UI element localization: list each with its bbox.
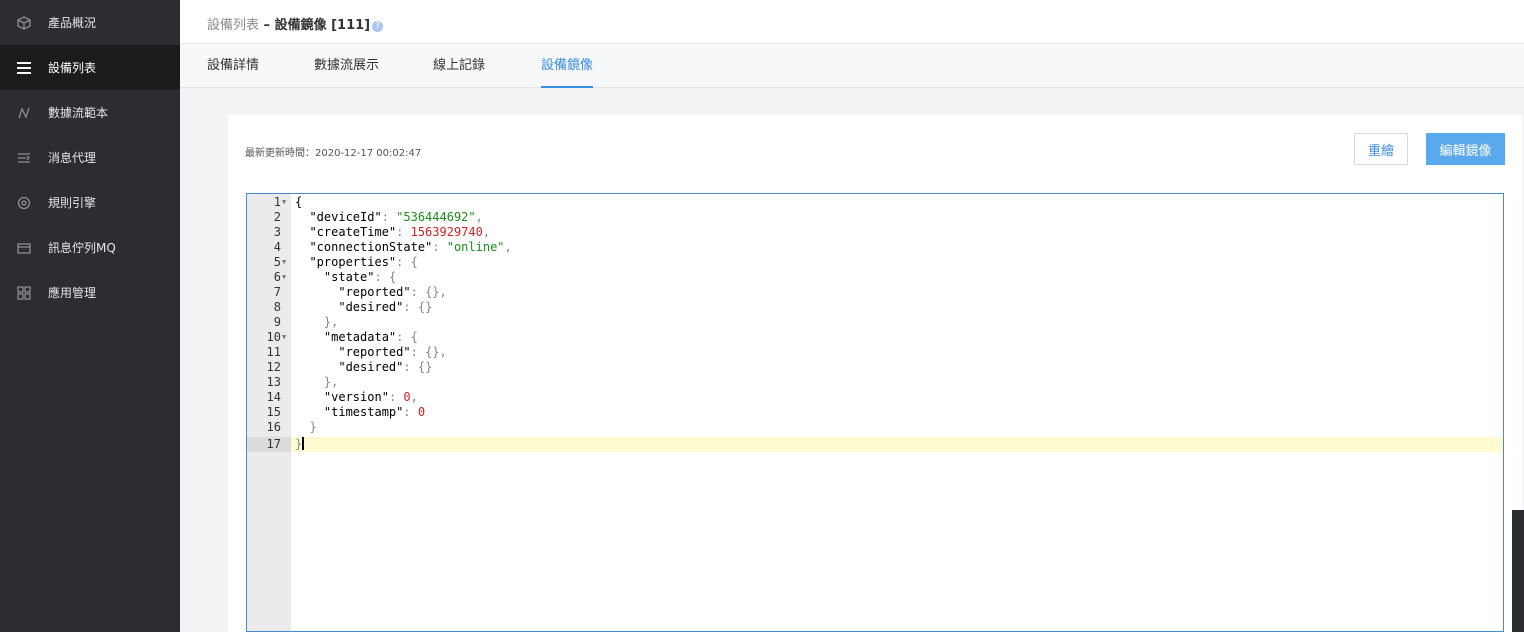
- sidebar-item-label: 訊息佇列MQ: [48, 241, 116, 255]
- editor-line: 2 "deviceId": "536444692",: [247, 210, 1503, 225]
- tab-device-details[interactable]: 設備詳情: [207, 44, 259, 88]
- line-number: 10: [266, 330, 281, 344]
- grid-icon: [16, 285, 32, 301]
- sidebar-item-label: 數據流範本: [48, 106, 109, 120]
- editor-line: 5 ▼ "properties": {: [247, 255, 1503, 270]
- line-number: 12: [266, 360, 281, 374]
- editor-line: 13 },: [247, 375, 1503, 390]
- proxy-icon: [16, 150, 32, 166]
- json-editor[interactable]: 1 ▼ { 2 "deviceId": "536444692", 3 "creat…: [246, 193, 1504, 632]
- editor-line: 15 "timestamp": 0: [247, 405, 1503, 420]
- line-number: 15: [266, 405, 281, 419]
- last-updated-value: 2020-12-17 00:02:47: [315, 148, 422, 159]
- line-number: 17: [266, 437, 281, 451]
- sidebar-item-rule-engine[interactable]: 規則引擎: [0, 180, 180, 225]
- editor-line: 7 "reported": {},: [247, 285, 1503, 300]
- last-updated-label: 最新更新時間：: [245, 148, 315, 159]
- editor-line: 14 "version": 0,: [247, 390, 1503, 405]
- line-number: 5: [273, 255, 281, 269]
- line-number: 11: [266, 345, 281, 359]
- line-number: 2: [273, 210, 281, 224]
- redraw-button[interactable]: 重繪: [1354, 133, 1408, 165]
- last-updated: 最新更新時間：2020-12-17 00:02:47: [245, 144, 421, 159]
- sidebar-item-message-proxy[interactable]: 消息代理: [0, 135, 180, 180]
- gear-icon: [16, 195, 32, 211]
- line-number: 7: [273, 285, 281, 299]
- line-number: 1: [273, 195, 281, 209]
- sidebar-item-label: 設備列表: [48, 61, 97, 75]
- sidebar-item-label: 產品概況: [48, 16, 97, 30]
- editor-line: 3 "createTime": 1563929740,: [247, 225, 1503, 240]
- editor-line: 9 },: [247, 315, 1503, 330]
- line-number: 3: [273, 225, 281, 239]
- queue-icon: [16, 240, 32, 256]
- line-number: 14: [266, 390, 281, 404]
- line-number: 8: [273, 300, 281, 314]
- header: 設備列表 – 設備鏡像 [111]?: [180, 0, 1524, 44]
- text-cursor: [302, 437, 305, 450]
- tab-dataflow-display[interactable]: 數據流展示: [314, 44, 379, 88]
- menu-icon: [16, 60, 32, 76]
- edit-shadow-button[interactable]: 編輯鏡像: [1426, 133, 1505, 165]
- fold-arrow-icon[interactable]: ▼: [282, 270, 286, 285]
- editor-line: 1 ▼ {: [247, 195, 1503, 210]
- tab-bar: 設備詳情 數據流展示 線上記錄 設備鏡像: [180, 44, 1524, 88]
- sidebar-item-product-overview[interactable]: 產品概況: [0, 0, 180, 45]
- flow-icon: [16, 105, 32, 121]
- fold-arrow-icon[interactable]: ▼: [282, 255, 286, 270]
- editor-line: 11 "reported": {},: [247, 345, 1503, 360]
- breadcrumb-separator: –: [259, 18, 275, 33]
- editor-line-current: 17 }: [247, 437, 1503, 452]
- box-icon: [16, 15, 32, 31]
- breadcrumb: 設備列表 – 設備鏡像 [111]?: [207, 14, 384, 33]
- help-icon[interactable]: ?: [372, 21, 384, 32]
- tab-device-shadow[interactable]: 設備鏡像: [541, 44, 594, 88]
- line-number: 9: [273, 315, 281, 329]
- editor-line: 8 "desired": {}: [247, 300, 1503, 315]
- page-title: 設備鏡像 [111]: [274, 18, 371, 33]
- sidebar-item-device-list[interactable]: 設備列表: [0, 45, 180, 90]
- breadcrumb-parent-link[interactable]: 設備列表: [207, 18, 259, 33]
- sidebar-item-label: 應用管理: [48, 286, 97, 300]
- sidebar-item-label: 消息代理: [48, 151, 97, 165]
- editor-line: 4 "connectionState": "online",: [247, 240, 1503, 255]
- editor-line: 12 "desired": {}: [247, 360, 1503, 375]
- fold-arrow-icon[interactable]: ▼: [282, 330, 286, 345]
- line-number: 16: [266, 420, 281, 434]
- sidebar-item-label: 規則引擎: [48, 196, 97, 210]
- editor-line: 6 ▼ "state": {: [247, 270, 1503, 285]
- editor-line: 16 }: [247, 420, 1503, 435]
- floating-side-tab[interactable]: [1512, 510, 1524, 632]
- sidebar-item-app-management[interactable]: 應用管理: [0, 270, 180, 315]
- sidebar: 產品概況 設備列表 數據流範本 消息代理 規則引擎 訊息佇列MQ 應用管理: [0, 0, 180, 632]
- sidebar-item-message-queue[interactable]: 訊息佇列MQ: [0, 225, 180, 270]
- line-number: 4: [273, 240, 281, 254]
- tab-online-records[interactable]: 線上記錄: [433, 44, 485, 88]
- line-number: 13: [266, 375, 281, 389]
- editor-line: 10 ▼ "metadata": {: [247, 330, 1503, 345]
- line-number: 6: [273, 270, 281, 284]
- sidebar-item-dataflow-template[interactable]: 數據流範本: [0, 90, 180, 135]
- fold-arrow-icon[interactable]: ▼: [282, 195, 286, 210]
